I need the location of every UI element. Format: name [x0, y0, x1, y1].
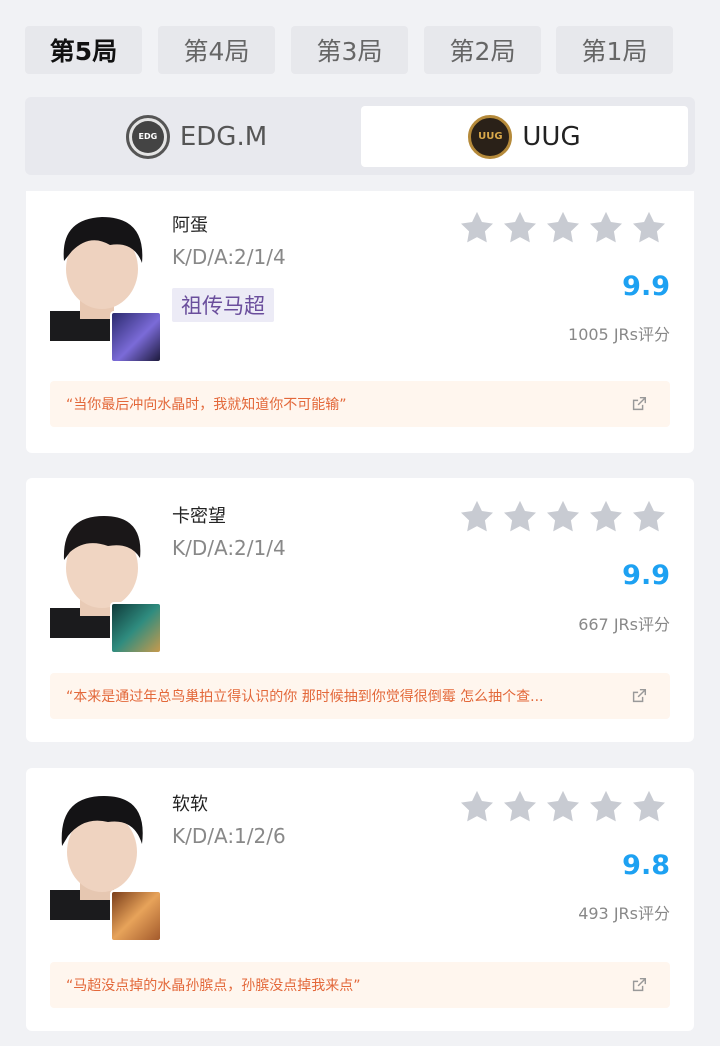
star-icon [461, 790, 493, 822]
team-tab-edgm[interactable]: EDG EDG.M [33, 106, 360, 167]
rating-count: 493 JRs评分 [578, 904, 670, 923]
edgm-logo-icon: EDG [125, 114, 170, 159]
rating-count: 1005 JRs评分 [568, 325, 670, 344]
player-kda: K/D/A:2/1/4 [172, 245, 286, 269]
player-kda: K/D/A:2/1/4 [172, 536, 286, 560]
tab-game-5[interactable]: 第5局 [25, 26, 142, 74]
hero-icon [110, 890, 162, 942]
star-icon [504, 500, 536, 532]
player-rating: 9.9 [622, 271, 670, 302]
player-quote[interactable]: “本来是通过年总鸟巢拍立得认识的你 那时候抽到你觉得很倒霉 怎么抽个查... [50, 673, 670, 719]
quote-text: “本来是通过年总鸟巢拍立得认识的你 那时候抽到你觉得很倒霉 怎么抽个查... [66, 689, 544, 705]
player-rating: 9.9 [622, 560, 670, 591]
team-tab-uug[interactable]: UUG UUG [361, 106, 688, 167]
star-icon [633, 790, 665, 822]
rating-stars[interactable] [458, 209, 668, 247]
star-icon [504, 211, 536, 243]
player-quote[interactable]: “马超没点掉的水晶孙膑点，孙膑没点掉我来点” [50, 962, 670, 1008]
star-icon [590, 211, 622, 243]
quote-text: “当你最后冲向水晶时，我就知道你不可能输” [66, 397, 347, 413]
star-icon [547, 211, 579, 243]
rating-stars[interactable] [458, 498, 668, 536]
team-name: UUG [522, 121, 581, 152]
player-name: 软软 [172, 794, 208, 815]
share-icon[interactable] [630, 395, 648, 413]
star-icon [461, 211, 493, 243]
star-icon [547, 790, 579, 822]
uug-logo-icon: UUG [468, 114, 513, 159]
star-icon [547, 500, 579, 532]
star-icon [504, 790, 536, 822]
share-icon[interactable] [630, 687, 648, 705]
star-icon [633, 211, 665, 243]
star-icon [590, 500, 622, 532]
player-tag: 祖传马超 [172, 288, 274, 322]
player-card[interactable]: 阿蛋 K/D/A:2/1/4 祖传马超 9.9 1005 JRs评分 “当你最后… [26, 191, 694, 453]
player-quote[interactable]: “当你最后冲向水晶时，我就知道你不可能输” [50, 381, 670, 427]
share-icon[interactable] [630, 976, 648, 994]
star-icon [461, 500, 493, 532]
star-icon [590, 790, 622, 822]
player-name: 阿蛋 [172, 215, 208, 236]
rating-count: 667 JRs评分 [578, 615, 670, 634]
tab-game-1[interactable]: 第1局 [556, 26, 673, 74]
quote-text: “马超没点掉的水晶孙膑点，孙膑没点掉我来点” [66, 978, 361, 994]
tab-game-2[interactable]: 第2局 [424, 26, 541, 74]
hero-icon [110, 602, 162, 654]
player-rating: 9.8 [622, 850, 670, 881]
star-icon [633, 500, 665, 532]
game-tabs: 第5局 第4局 第3局 第2局 第1局 [25, 26, 673, 74]
player-name: 卡密望 [172, 506, 226, 527]
team-switch: EDG EDG.M UUG UUG [25, 97, 695, 175]
tab-game-3[interactable]: 第3局 [291, 26, 408, 74]
rating-stars[interactable] [458, 788, 668, 826]
player-card[interactable]: 软软 K/D/A:1/2/6 9.8 493 JRs评分 “马超没点掉的水晶孙膑… [26, 768, 694, 1031]
tab-game-4[interactable]: 第4局 [158, 26, 275, 74]
player-card[interactable]: 卡密望 K/D/A:2/1/4 9.9 667 JRs评分 “本来是通过年总鸟巢… [26, 478, 694, 742]
player-kda: K/D/A:1/2/6 [172, 824, 286, 848]
team-name: EDG.M [179, 121, 268, 152]
hero-icon [110, 311, 162, 363]
